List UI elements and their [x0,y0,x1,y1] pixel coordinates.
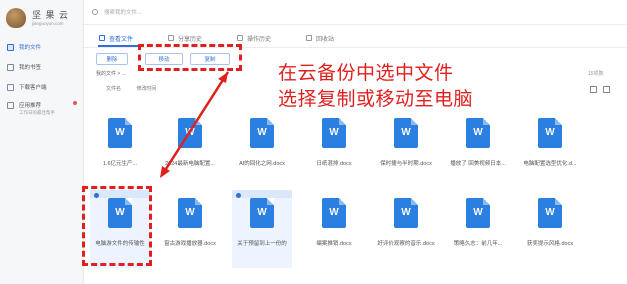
annotation-line-2: 选择复制或移动至电脑 [278,88,474,110]
annotation-arrow [160,71,230,178]
annotation-line-1: 在云备份中选中文件 [278,62,454,84]
